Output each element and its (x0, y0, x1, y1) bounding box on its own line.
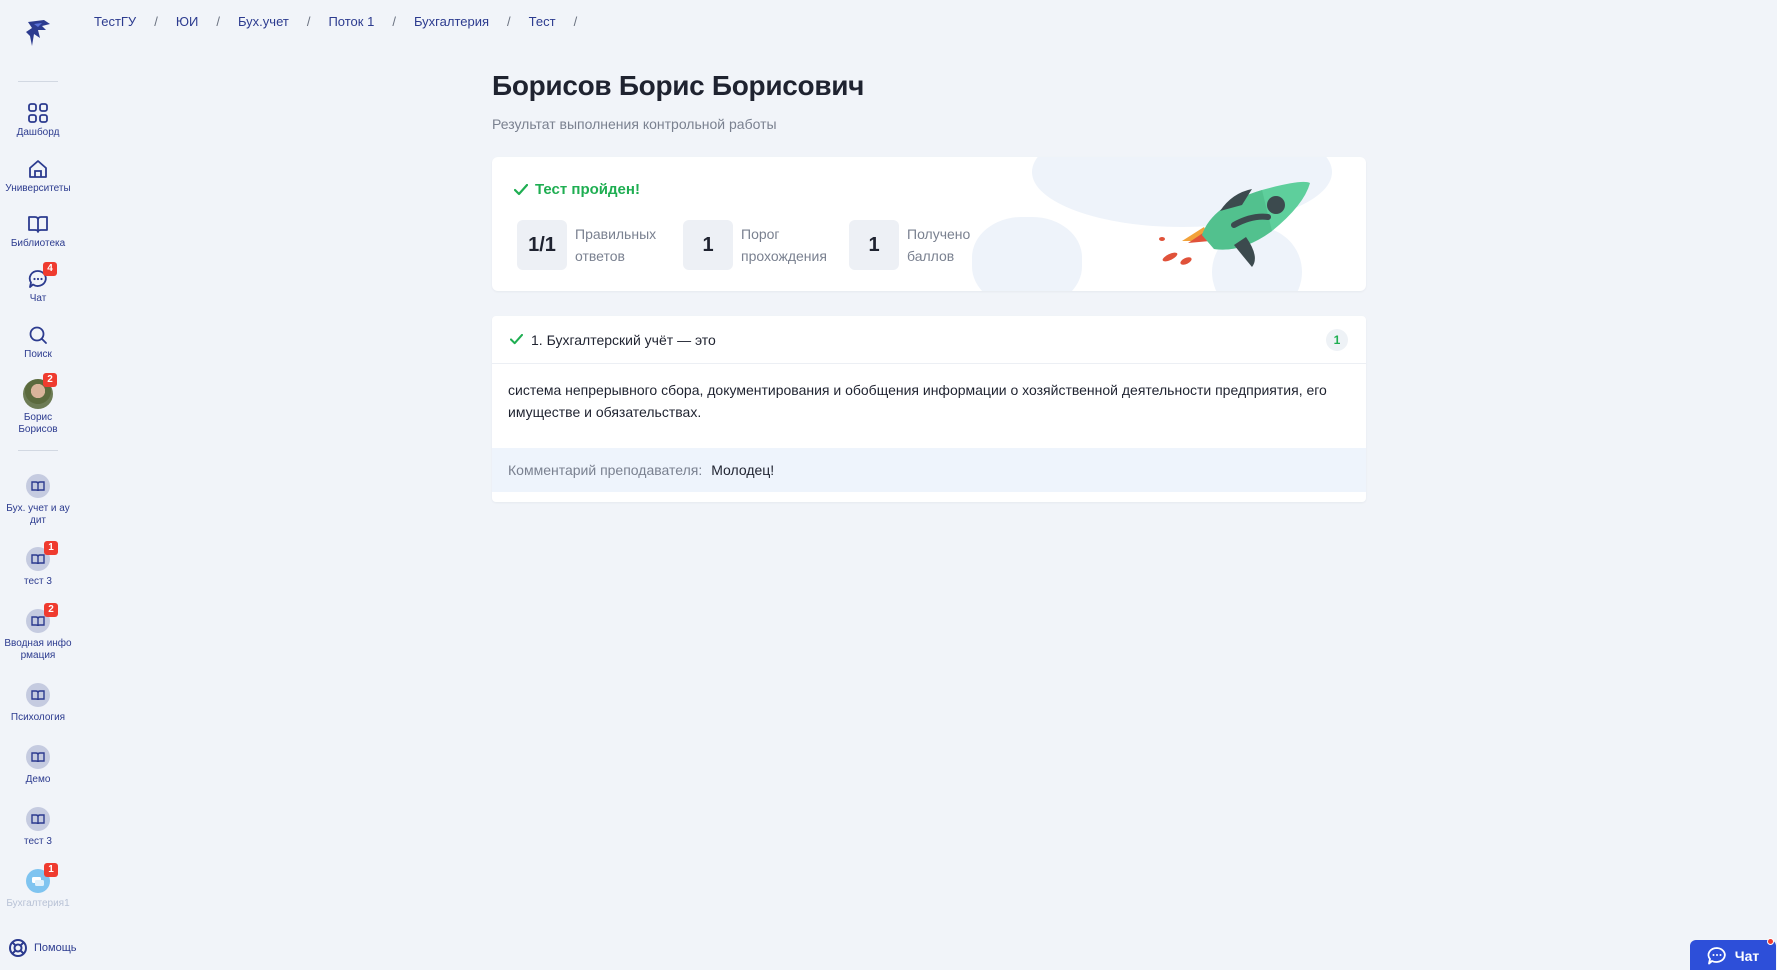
question-header[interactable]: 1. Бухгалтерский учёт — это 1 (492, 316, 1366, 364)
notification-badge: 2 (44, 603, 58, 617)
stat-label: Порог прохождения (741, 226, 827, 264)
result-stats: 1/1 Правильных ответов 1 Порог прохожден… (517, 220, 1015, 270)
stat-correct-answers: 1/1 Правильных ответов (517, 220, 683, 270)
breadcrumb-item[interactable]: Бух.учет (238, 14, 289, 29)
breadcrumb-item[interactable]: ТестГУ (94, 14, 136, 29)
grid-icon (27, 102, 49, 124)
sidebar-item-label: Чат (29, 293, 47, 304)
course-book-icon: 2 (26, 603, 58, 633)
course-book-icon (26, 683, 50, 707)
sidebar-course[interactable]: Демо (0, 745, 76, 786)
question-title: 1. Бухгалтерский учёт — это (531, 331, 716, 348)
rocket-illustration-icon (1159, 181, 1310, 267)
sidebar-item-label: Поиск (24, 349, 52, 360)
avatar: 2 (23, 373, 57, 409)
profile-name-line1: Борис (23, 412, 53, 423)
breadcrumb-item[interactable]: Поток 1 (328, 14, 374, 29)
page-title: Борисов Борис Борисович (492, 70, 865, 101)
question-card: 1. Бухгалтерский учёт — это 1 система не… (492, 316, 1366, 502)
sidebar-course[interactable]: 1 Бухгалтерия1 (0, 863, 76, 910)
stat-value: 1 (683, 220, 733, 270)
breadcrumb: ТестГУ / ЮИ / Бух.учет / Поток 1/ Бухгалтер… (94, 14, 578, 29)
question-score-badge: 1 (1326, 329, 1348, 351)
sidebar-item-dashboard[interactable]: Дашборд (0, 102, 76, 139)
notification-badge: 1 (44, 863, 58, 877)
chat-icon (1707, 947, 1726, 965)
course-label: рмация (20, 650, 56, 661)
course-book-icon (26, 807, 50, 831)
chat-icon: 4 (27, 262, 57, 290)
sidebar-course[interactable]: 2 Вводная инфо рмация (0, 603, 76, 662)
course-book-icon (26, 745, 50, 769)
sidebar-divider (18, 450, 58, 451)
help-label: Помощь (34, 942, 77, 954)
sidebar-item-profile[interactable]: 2 Борис Борисов (0, 373, 76, 436)
course-label: Психология (10, 712, 66, 723)
sidebar-course[interactable]: 1 тест 3 (0, 541, 76, 588)
chat-button[interactable]: Чат (1690, 938, 1776, 970)
teacher-comment: Комментарий преподавателя: Молодец! (492, 448, 1366, 492)
breadcrumb-item[interactable]: Бухгалтерия (414, 14, 489, 29)
search-icon (27, 324, 49, 346)
result-card: Тест пройден! 1/1 Правильных ответов 1 П… (492, 157, 1366, 291)
course-label: тест 3 (24, 836, 52, 847)
stat-value: 1/1 (517, 220, 567, 270)
stat-value: 1 (849, 220, 899, 270)
stat-label: Получено баллов (907, 226, 971, 264)
course-label: Вводная инфо (4, 638, 72, 649)
sidebar-course[interactable]: тест 3 (0, 807, 76, 848)
notification-dot (1767, 938, 1774, 945)
help-button[interactable]: Помощь (8, 938, 77, 958)
sidebar-item-search[interactable]: Поиск (0, 324, 76, 361)
teacher-comment-label: Комментарий преподавателя: (508, 462, 703, 478)
notification-badge: 4 (43, 262, 57, 276)
course-label: тест 3 (24, 576, 52, 587)
profile-name-line2: Борисов (18, 424, 58, 435)
sidebar-course[interactable]: Психология (0, 683, 76, 724)
checkmark-icon (514, 183, 528, 195)
logo-icon[interactable] (20, 16, 56, 52)
sidebar-item-chat[interactable]: 4 Чат (0, 262, 76, 305)
question-answer: система непрерывного сбора, документиров… (508, 382, 1327, 420)
stat-label: Правильных ответов (575, 226, 657, 264)
stat-points: 1 Получено баллов (849, 220, 1015, 270)
course-label: Бух. учет и ау (6, 503, 70, 514)
pass-status-text: Тест пройден! (535, 181, 640, 198)
home-icon (27, 158, 49, 180)
sidebar-item-label: Университеты (5, 183, 71, 194)
book-icon (27, 213, 49, 235)
notification-badge: 1 (44, 541, 58, 555)
sidebar-divider (18, 81, 58, 82)
notification-badge: 2 (43, 373, 57, 387)
pass-status: Тест пройден! (514, 181, 640, 198)
course-label: дит (29, 515, 46, 526)
teacher-comment-text: Молодец! (711, 462, 775, 478)
lifebuoy-icon (9, 939, 27, 957)
course-label: Бухгалтерия1 (6, 898, 70, 909)
chat-button-label: Чат (1734, 948, 1760, 964)
sidebar-item-label: Библиотека (10, 238, 66, 249)
course-label: Демо (25, 774, 51, 785)
sidebar-course[interactable]: Бух. учет и ау дит (0, 474, 76, 527)
course-book-icon: 1 (26, 541, 58, 571)
breadcrumb-item[interactable]: Тест (529, 14, 556, 29)
sidebar-item-universities[interactable]: Университеты (0, 158, 76, 195)
stat-pass-threshold: 1 Порог прохождения (683, 220, 849, 270)
sidebar-item-label: Дашборд (16, 127, 60, 138)
sidebar: Дашборд Университеты Библиотека 4 Чат По… (0, 0, 77, 970)
course-book-icon (26, 474, 50, 498)
sidebar-item-library[interactable]: Библиотека (0, 213, 76, 250)
checkmark-icon (510, 334, 523, 345)
page-subtitle: Результат выполнения контрольной работы (492, 116, 777, 132)
breadcrumb-item[interactable]: ЮИ (176, 14, 198, 29)
chat-group-icon: 1 (26, 863, 58, 893)
main-content: Борисов Борис Борисович Результат выполн… (492, 70, 1366, 502)
